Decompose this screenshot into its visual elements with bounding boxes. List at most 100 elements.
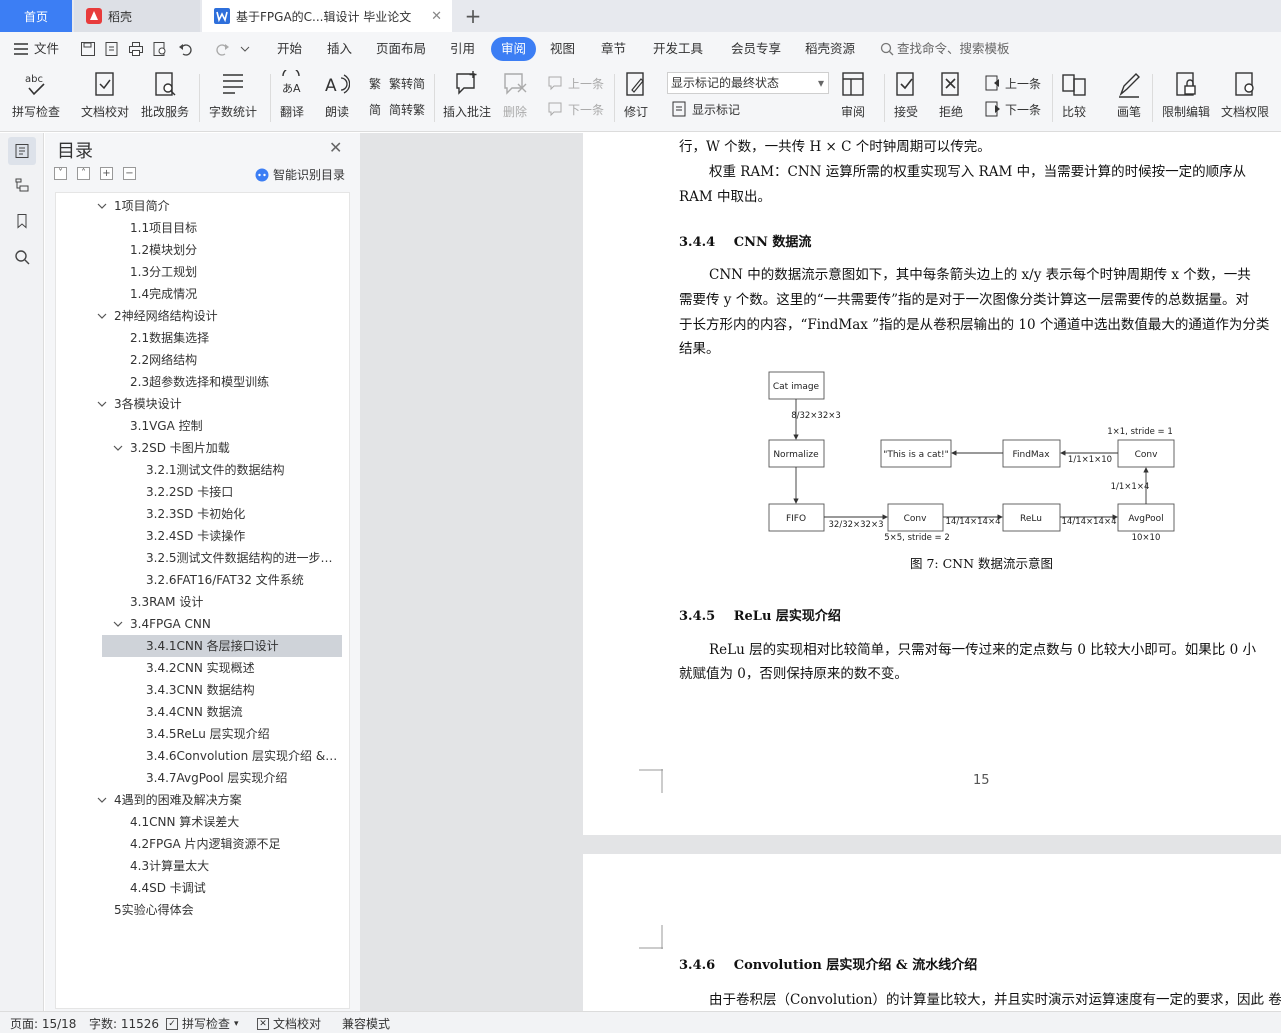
track-changes-button[interactable]: 修订 — [623, 70, 649, 120]
toc-item[interactable]: 4.4SD 卡调试 — [130, 877, 341, 899]
chevron-down-icon[interactable] — [96, 195, 108, 217]
document-page[interactable]: 3.4.6 Convolution 层实现介绍 & 流水线介绍 由于卷积层（Co… — [583, 854, 1281, 1011]
toc-item[interactable]: 4.1CNN 算术误差大 — [130, 811, 341, 833]
demote-level-icon[interactable]: − — [123, 167, 136, 180]
toc-item[interactable]: 1.1项目目标 — [130, 217, 341, 239]
page-indicator[interactable]: 页面: 15/18 — [10, 1015, 76, 1032]
chevron-down-icon[interactable] — [96, 393, 108, 415]
delete-comment-button[interactable]: 删除 — [502, 70, 528, 120]
chevron-down-icon[interactable] — [96, 789, 108, 811]
toc-item[interactable]: 3.2.2SD 卡接口 — [146, 481, 341, 503]
chevron-down-icon[interactable] — [96, 305, 108, 327]
chevron-down-icon[interactable] — [112, 437, 124, 459]
toc-item[interactable]: 3.4FPGA CNN — [130, 613, 341, 635]
toc-item[interactable]: 1.2模块划分 — [130, 239, 341, 261]
document-page[interactable]: 行，W 个数，一共传 H × C 个时钟周期可以传完。 权重 RAM：CNN 运… — [583, 133, 1281, 835]
toc-item[interactable]: 3.2.5测试文件数据结构的进一步改进 — [146, 547, 341, 569]
reject-button[interactable]: 拒绝 — [938, 70, 964, 120]
toc-item[interactable]: 4.3计算量太大 — [130, 855, 341, 877]
menu-member[interactable]: 会员专享 — [731, 37, 781, 61]
find-button[interactable] — [8, 243, 36, 271]
collapse-all-icon[interactable]: ˅ — [54, 167, 67, 180]
tab-close-icon[interactable]: ✕ — [431, 9, 442, 24]
toc-item[interactable]: 3.4.5ReLu 层实现介绍 — [146, 723, 341, 745]
document-proof-button[interactable]: 文档校对 — [81, 70, 129, 120]
print-preview-icon[interactable] — [152, 41, 168, 57]
translate-button[interactable]: あA 翻译 — [279, 70, 305, 120]
toc-item[interactable]: 3.3RAM 设计 — [130, 591, 341, 613]
toc-item[interactable]: 2神经网络结构设计 — [114, 305, 341, 327]
menu-insert[interactable]: 插入 — [327, 37, 352, 61]
toc-item[interactable]: 1项目简介 — [114, 195, 341, 217]
toc-item[interactable]: 3.2.4SD 卡读操作 — [146, 525, 341, 547]
bookmark-button[interactable] — [8, 207, 36, 235]
menu-developer[interactable]: 开发工具 — [653, 37, 703, 61]
toc-item[interactable]: 3.2SD 卡图片加载 — [130, 437, 341, 459]
new-tab-button[interactable]: + — [458, 0, 488, 32]
next-comment-button[interactable]: 下一条 — [547, 100, 604, 118]
accept-button[interactable]: 接受 — [893, 70, 919, 120]
menu-page-layout[interactable]: 页面布局 — [376, 37, 426, 61]
toc-item[interactable]: 2.3超参数选择和模型训练 — [130, 371, 341, 393]
toc-item[interactable]: 3.4.1CNN 各层接口设计 — [102, 635, 342, 657]
toc-item[interactable]: 2.2网络结构 — [130, 349, 341, 371]
review-pane-button[interactable]: 审阅 — [840, 70, 866, 120]
smart-toc-button[interactable]: 智能识别目录 — [255, 166, 345, 183]
traditional-to-simplified-button[interactable]: 繁 繁转简 — [368, 74, 425, 92]
menu-daoke-resources[interactable]: 稻壳资源 — [805, 37, 855, 61]
menu-start[interactable]: 开始 — [277, 37, 302, 61]
chevron-down-icon[interactable] — [112, 613, 124, 635]
toc-item[interactable]: 3.4.4CNN 数据流 — [146, 701, 341, 723]
markup-state-select[interactable]: 显示标记的最终状态 ▾ — [667, 72, 829, 94]
spell-check-button[interactable]: abc 拼写检查 — [12, 70, 60, 120]
toc-item[interactable]: 3.1VGA 控制 — [130, 415, 341, 437]
word-count-button[interactable]: 字数统计 — [209, 70, 257, 120]
menu-review[interactable]: 审阅 — [491, 37, 537, 61]
simplified-to-traditional-button[interactable]: 简 简转繁 — [368, 100, 425, 118]
annotate-service-button[interactable]: 批改服务 — [141, 70, 189, 120]
menu-references[interactable]: 引用 — [450, 37, 475, 61]
tab-home[interactable]: 首页 — [0, 0, 72, 32]
toc-item[interactable]: 3.2.3SD 卡初始化 — [146, 503, 341, 525]
menu-chapter[interactable]: 章节 — [601, 37, 626, 61]
command-search[interactable]: 查找命令、搜索模板 — [880, 37, 1010, 61]
word-count-indicator[interactable]: 字数: 11526 — [89, 1015, 159, 1032]
toc-item[interactable]: 3.4.3CNN 数据结构 — [146, 679, 341, 701]
compare-button[interactable]: 比较 — [1061, 70, 1087, 120]
quick-access-chevron-icon[interactable] — [240, 45, 250, 53]
toc-item[interactable]: 3.4.2CNN 实现概述 — [146, 657, 341, 679]
expand-all-icon[interactable]: ˄ — [77, 167, 90, 180]
toc-item[interactable]: 1.4完成情况 — [130, 283, 341, 305]
redo-icon[interactable] — [214, 41, 230, 57]
document-rights-button[interactable]: 文档权限 — [1221, 70, 1269, 120]
toc-item[interactable]: 3.4.7AvgPool 层实现介绍 — [146, 767, 341, 789]
toc-item[interactable]: 5实验心得体会 — [114, 899, 341, 921]
tab-daoke[interactable]: 稻壳 — [74, 0, 200, 32]
print-icon[interactable] — [128, 41, 144, 57]
toc-item[interactable]: 1.3分工规划 — [130, 261, 341, 283]
tab-document[interactable]: 基于FPGA的C...辑设计 毕业论文 ✕ — [202, 0, 452, 32]
toc-item[interactable]: 3.2.6FAT16/FAT32 文件系统 — [146, 569, 341, 591]
status-spell-check[interactable]: ✓ 拼写检查 ▾ — [166, 1015, 239, 1032]
menu-view[interactable]: 视图 — [550, 37, 575, 61]
toc-item[interactable]: 3.2.1测试文件的数据结构 — [146, 459, 341, 481]
undo-icon[interactable] — [178, 41, 194, 57]
save-icon[interactable] — [80, 41, 96, 57]
status-document-proof[interactable]: ✕ 文档校对 — [257, 1015, 321, 1032]
navigation-pane-button[interactable] — [8, 171, 36, 199]
toc-toggle-button[interactable] — [8, 137, 36, 165]
toc-item[interactable]: 3各模块设计 — [114, 393, 341, 415]
toc-item[interactable]: 3.4.6Convolution 层实现介绍 & 流... — [146, 745, 341, 767]
promote-level-icon[interactable]: + — [100, 167, 113, 180]
export-pdf-icon[interactable] — [104, 41, 120, 57]
prev-change-button[interactable]: 上一条 — [984, 74, 1041, 92]
toc-item[interactable]: 4遇到的困难及解决方案 — [114, 789, 341, 811]
toc-item[interactable]: 4.2FPGA 片内逻辑资源不足 — [130, 833, 341, 855]
file-menu[interactable]: 文件 — [14, 37, 59, 61]
toc-item[interactable]: 2.1数据集选择 — [130, 327, 341, 349]
restrict-editing-button[interactable]: 限制编辑 — [1162, 70, 1210, 120]
close-icon[interactable]: ✕ — [329, 138, 342, 157]
insert-comment-button[interactable]: 插入批注 — [443, 70, 491, 120]
read-aloud-button[interactable]: A 朗读 — [324, 70, 350, 120]
pen-button[interactable]: 画笔 — [1116, 70, 1142, 120]
